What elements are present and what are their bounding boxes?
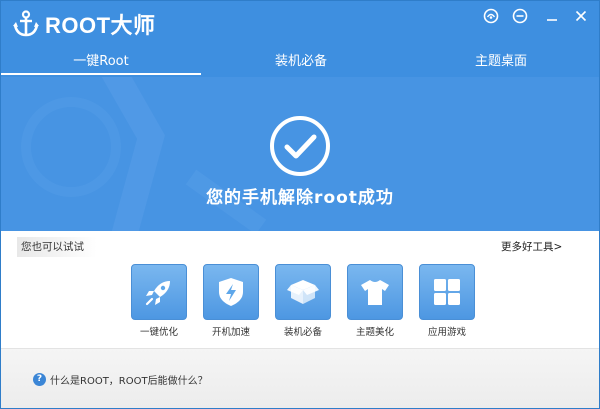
app-window: ROOT大师 一键Root 装机必备 主题桌面 您的手机解除root成功 您也可… [0, 0, 600, 409]
faq-text: 什么是ROOT，ROOT后能做什么？ [50, 376, 208, 387]
tool-theme[interactable]: 主题美化 [347, 264, 403, 338]
tool-theme-tile[interactable] [347, 264, 403, 320]
tool-apps-games[interactable]: 应用游戏 [419, 264, 475, 338]
tshirt-icon [361, 280, 389, 305]
faq-link[interactable]: ? 什么是ROOT，ROOT后能做什么？ [33, 372, 208, 387]
tool-essentials-label: 装机必备 [283, 327, 322, 338]
tab-root[interactable]: 一键Root [1, 47, 201, 77]
tab-essential-apps[interactable]: 装机必备 [201, 47, 401, 77]
root-success-message: 您的手机解除root成功 [206, 188, 394, 208]
tool-optimize-label: 一键优化 [139, 327, 178, 338]
tool-optimize-tile[interactable] [131, 264, 187, 320]
main-tabs: 一键Root 装机必备 主题桌面 [1, 47, 599, 77]
tool-optimize[interactable]: 一键优化 [131, 264, 187, 338]
apps-grid-icon [434, 279, 460, 305]
tool-theme-label: 主题美化 [355, 327, 394, 338]
close-icon [575, 10, 587, 22]
result-banner: 您的手机解除root成功 [1, 77, 599, 231]
tool-apps-games-tile[interactable] [419, 264, 475, 320]
question-icon: ? [33, 373, 46, 386]
tab-themes[interactable]: 主题桌面 [401, 47, 599, 77]
more-tools-link[interactable]: 更多好工具> [501, 237, 583, 257]
skin-button[interactable] [481, 7, 501, 25]
app-logo: ROOT大师 [13, 9, 156, 39]
box-icon [287, 280, 319, 304]
title-bar: ROOT大师 [1, 1, 599, 47]
tool-apps-games-label: 应用游戏 [427, 327, 466, 338]
feedback-icon [512, 8, 528, 24]
check-circle-icon [270, 116, 330, 176]
skin-icon [483, 8, 499, 24]
tool-essentials[interactable]: 装机必备 [275, 264, 331, 338]
footer-bar: ? 什么是ROOT，ROOT后能做什么？ [1, 348, 599, 408]
tool-boost[interactable]: 开机加速 [203, 264, 259, 338]
tool-boost-tile[interactable] [203, 264, 259, 320]
rocket-icon [145, 281, 170, 306]
suggest-label: 您也可以试试 [17, 237, 97, 257]
tool-boost-label: 开机加速 [211, 327, 250, 338]
shield-bolt-icon [219, 278, 243, 306]
anchor-icon [13, 10, 39, 37]
minimize-icon [547, 19, 557, 21]
tool-essentials-tile[interactable] [275, 264, 331, 320]
feedback-button[interactable] [510, 7, 530, 25]
minimize-button[interactable] [542, 7, 562, 25]
close-button[interactable] [571, 7, 591, 25]
app-logo-text: ROOT大师 [45, 13, 156, 38]
